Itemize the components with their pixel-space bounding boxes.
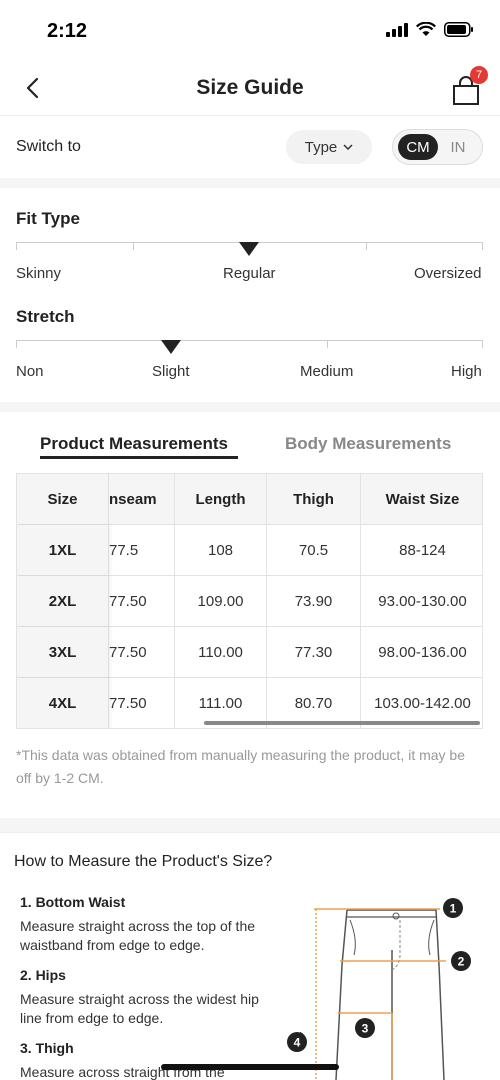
cell-waist: 93.00-130.00 xyxy=(378,592,467,610)
scale-tick xyxy=(16,242,17,250)
cart-button[interactable]: 7 xyxy=(450,66,488,106)
cell-inseam: 77.50 xyxy=(109,576,175,626)
step-title: 1. Bottom Waist xyxy=(20,894,126,910)
unit-in-option[interactable]: IN xyxy=(443,134,473,160)
header-size: Size xyxy=(17,474,109,524)
stretch-title: Stretch xyxy=(16,307,75,326)
scale-tick xyxy=(133,242,134,250)
table-scrollbar[interactable] xyxy=(204,721,480,725)
cell-inseam: 77.50 xyxy=(109,627,175,677)
battery-icon xyxy=(444,22,473,37)
stretch-label-slight: Slight xyxy=(152,363,190,380)
step-title: 2. Hips xyxy=(20,967,66,983)
measurement-note: *This data was obtained from manually me… xyxy=(16,747,466,786)
pocket-left xyxy=(349,919,356,956)
header-thigh: Thigh xyxy=(267,474,361,524)
cell-length: 110.00 xyxy=(175,627,267,677)
section-divider xyxy=(0,178,500,188)
stretch-marker xyxy=(161,340,181,354)
cell-thigh: 73.90 xyxy=(267,576,361,626)
nav-bar: Size Guide 7 xyxy=(0,62,500,116)
cell-size: 1XL xyxy=(17,525,109,575)
cell-inseam: 77.50 xyxy=(109,678,175,728)
unit-toggle[interactable]: CM IN xyxy=(392,129,483,165)
table-row: 2XL 77.50 109.00 73.90 93.00-130.00 xyxy=(17,576,482,627)
cell-thigh: 77.30 xyxy=(267,627,361,677)
cell-size: 3XL xyxy=(17,627,109,677)
pants-outline xyxy=(335,909,445,1080)
scale-tick xyxy=(16,340,17,348)
cell-waist: 98.00-136.00 xyxy=(378,643,467,661)
switch-row: Switch to Type CM IN xyxy=(0,116,500,178)
fit-label-skinny: Skinny xyxy=(16,265,62,282)
scale-tick xyxy=(366,242,367,250)
how-to-measure-title: How to Measure the Product's Size? xyxy=(14,853,273,870)
cell-inseam: 77.5 xyxy=(109,525,175,575)
status-bar: 2:12 xyxy=(0,0,500,62)
page-title: Size Guide xyxy=(196,76,304,99)
section-divider xyxy=(0,818,500,832)
status-time: 2:12 xyxy=(47,20,88,42)
section-divider xyxy=(0,402,500,412)
signal-icon xyxy=(386,22,408,37)
marker-2-label: 2 xyxy=(458,955,465,969)
stretch-label-medium: Medium xyxy=(300,363,354,380)
status-icons xyxy=(386,22,474,37)
marker-1-label: 1 xyxy=(450,902,457,916)
scale-tick xyxy=(482,242,483,250)
home-indicator[interactable] xyxy=(161,1064,339,1070)
header-inseam: nseam xyxy=(109,474,175,524)
fit-label-regular: Regular xyxy=(223,265,276,282)
marker-4-label: 4 xyxy=(294,1036,301,1050)
tab-active-indicator xyxy=(40,456,238,459)
pocket-right xyxy=(428,919,435,956)
step-title: 3. Thigh xyxy=(20,1040,74,1056)
stretch-label-high: High xyxy=(451,363,482,380)
fit-type-marker xyxy=(239,242,259,256)
marker-3-label: 3 xyxy=(362,1022,369,1036)
unit-cm-option[interactable]: CM xyxy=(398,134,438,160)
cart-count-badge: 7 xyxy=(470,66,488,84)
fly-detail xyxy=(391,920,401,971)
stretch-scale xyxy=(16,340,483,341)
chevron-down-icon xyxy=(343,144,353,150)
cell-waist: 88-124 xyxy=(399,541,446,559)
fit-label-oversized: Oversized xyxy=(414,265,482,282)
cell-size: 4XL xyxy=(17,678,109,728)
tab-product-measurements[interactable]: Product Measurements xyxy=(40,434,228,454)
cell-length: 108 xyxy=(175,525,267,575)
wifi-icon xyxy=(416,22,436,36)
stretch-label-non: Non xyxy=(16,363,44,380)
button-detail xyxy=(392,912,400,920)
table-row: 1XL 77.5 108 70.5 88-124 xyxy=(17,525,482,576)
cell-thigh: 70.5 xyxy=(267,525,361,575)
marker-4-badge: 4 xyxy=(287,1032,307,1052)
cell-length: 109.00 xyxy=(175,576,267,626)
cell-size: 2XL xyxy=(17,576,109,626)
scale-tick xyxy=(482,340,483,348)
table-header-row: Size nseam Length Thigh Waist Size xyxy=(17,474,482,525)
tab-body-measurements[interactable]: Body Measurements xyxy=(285,434,451,454)
header-length: Length xyxy=(175,474,267,524)
pants-measurement-diagram: 1 2 3 xyxy=(300,898,471,1080)
fit-type-title: Fit Type xyxy=(16,209,80,228)
type-dropdown[interactable]: Type xyxy=(286,130,372,164)
switch-label: Switch to xyxy=(16,138,81,155)
step-description: Measure straight across the top of the w… xyxy=(20,918,256,953)
header-waist-size: Waist Size xyxy=(361,474,482,524)
step-description: Measure straight across the widest hip l… xyxy=(20,991,259,1026)
scale-tick xyxy=(327,340,328,348)
table-row: 3XL 77.50 110.00 77.30 98.00-136.00 xyxy=(17,627,482,678)
type-label: Type xyxy=(304,138,338,156)
size-table[interactable]: Size nseam Length Thigh Waist Size 1XL 7… xyxy=(16,473,483,729)
